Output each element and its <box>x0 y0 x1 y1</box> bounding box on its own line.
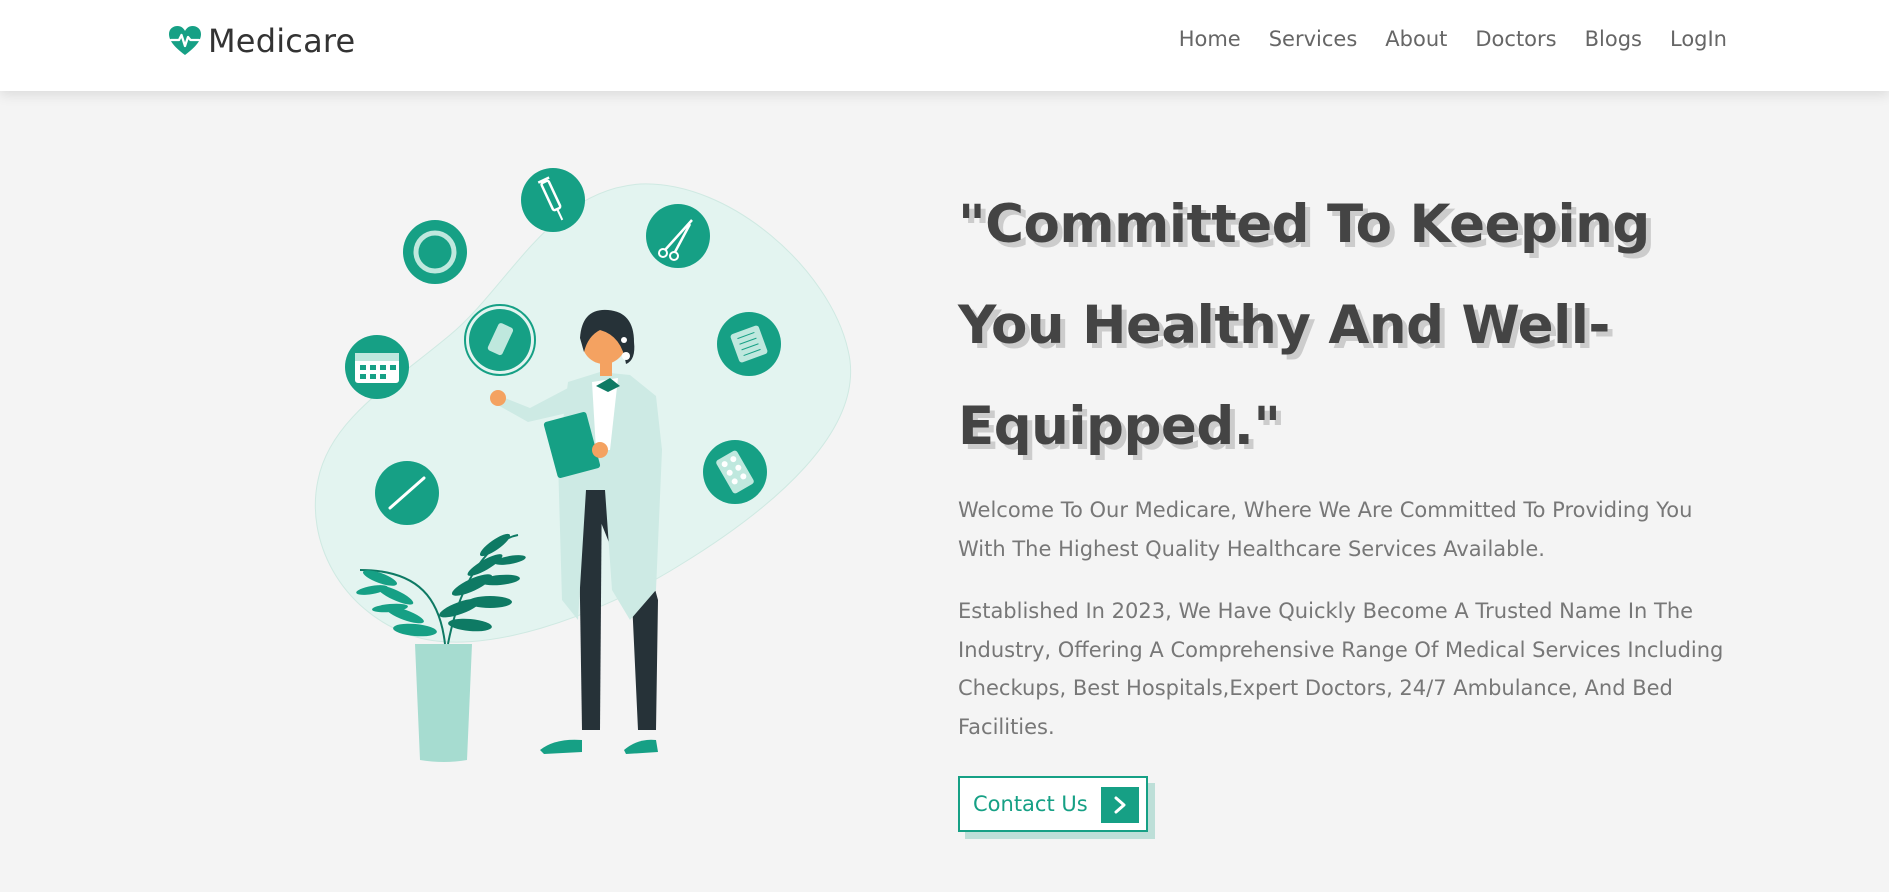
nav-about[interactable]: About <box>1385 27 1447 51</box>
hero-paragraph-2: Established In 2023, We Have Quickly Bec… <box>958 599 1724 739</box>
brand-logo[interactable]: Medicare <box>168 22 355 60</box>
spray-icon <box>464 304 536 376</box>
calendar-icon <box>345 335 409 399</box>
hero-heading: "Committed To Keeping You Healthy And We… <box>958 194 1650 457</box>
main-nav: Home Services About Doctors Blogs LogIn <box>1179 27 1727 51</box>
pill-pack-icon <box>703 440 767 504</box>
bandage-icon <box>717 312 781 376</box>
scissors-icon <box>646 204 710 268</box>
brand-name: Medicare <box>208 22 356 60</box>
chevron-right-icon <box>1101 787 1139 823</box>
hero-content: "Committed To Keeping You Healthy And We… <box>958 188 1738 746</box>
contact-us-button[interactable]: Contact Us <box>958 776 1148 832</box>
syringe-icon <box>521 168 585 232</box>
nav-login[interactable]: LogIn <box>1670 27 1727 51</box>
contact-us-label: Contact Us <box>973 792 1088 816</box>
ring-icon <box>403 220 467 284</box>
site-header: Medicare Home Services About Doctors Blo… <box>0 0 1889 91</box>
nav-services[interactable]: Services <box>1269 27 1358 51</box>
hero-paragraph-1: Welcome To Our Medicare, Where We Are Co… <box>958 498 1693 561</box>
nav-blogs[interactable]: Blogs <box>1585 27 1642 51</box>
nav-doctors[interactable]: Doctors <box>1475 27 1556 51</box>
thermometer-icon <box>375 461 439 525</box>
doctor-illustration <box>314 168 851 762</box>
heartbeat-icon <box>169 26 201 55</box>
nav-home[interactable]: Home <box>1179 27 1241 51</box>
